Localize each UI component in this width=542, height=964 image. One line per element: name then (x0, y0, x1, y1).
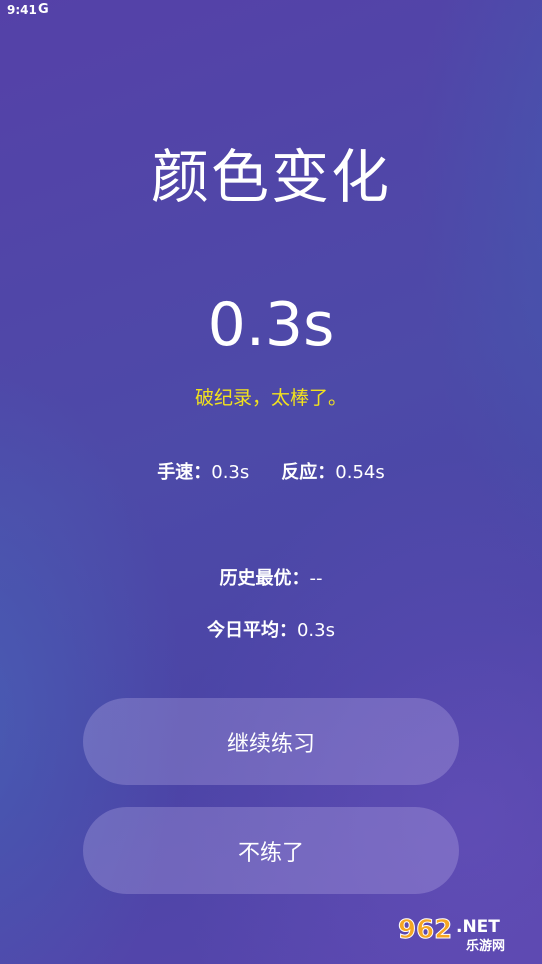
status-time: 9:41 (7, 3, 37, 17)
page-title: 颜色变化 (150, 143, 391, 211)
hand-speed-stat: 手速：0.3s (157, 458, 249, 484)
svg-text:962: 962 (398, 915, 452, 945)
continue-practice-button[interactable]: 继续练习 (83, 698, 459, 785)
history-best-value: -- (309, 568, 323, 589)
reaction-stat: 反应：0.54s (281, 458, 384, 484)
result-time: 0.3s (207, 290, 335, 360)
history-best-stat: 历史最优：-- (0, 564, 542, 590)
quit-practice-button[interactable]: 不练了 (83, 807, 459, 894)
google-notification-icon: G (38, 2, 49, 17)
speed-stats-row: 手速：0.3s 反应：0.54s (0, 458, 542, 484)
site-watermark-logo: 962 .NET 乐游网 (398, 915, 506, 955)
reaction-value: 0.54s (335, 462, 385, 483)
today-average-value: 0.3s (296, 620, 335, 641)
svg-text:.NET: .NET (456, 917, 500, 937)
history-best-label: 历史最优： (219, 568, 310, 589)
status-bar: 9:41 G (0, 0, 542, 22)
reaction-label: 反应： (281, 462, 336, 483)
result-comment: 破纪录，太棒了。 (194, 387, 347, 409)
hand-speed-label: 手速： (157, 462, 212, 483)
today-average-label: 今日平均： (206, 620, 297, 641)
today-average-stat: 今日平均：0.3s (0, 616, 542, 642)
svg-text:乐游网: 乐游网 (466, 938, 505, 954)
hand-speed-value: 0.3s (211, 462, 250, 483)
